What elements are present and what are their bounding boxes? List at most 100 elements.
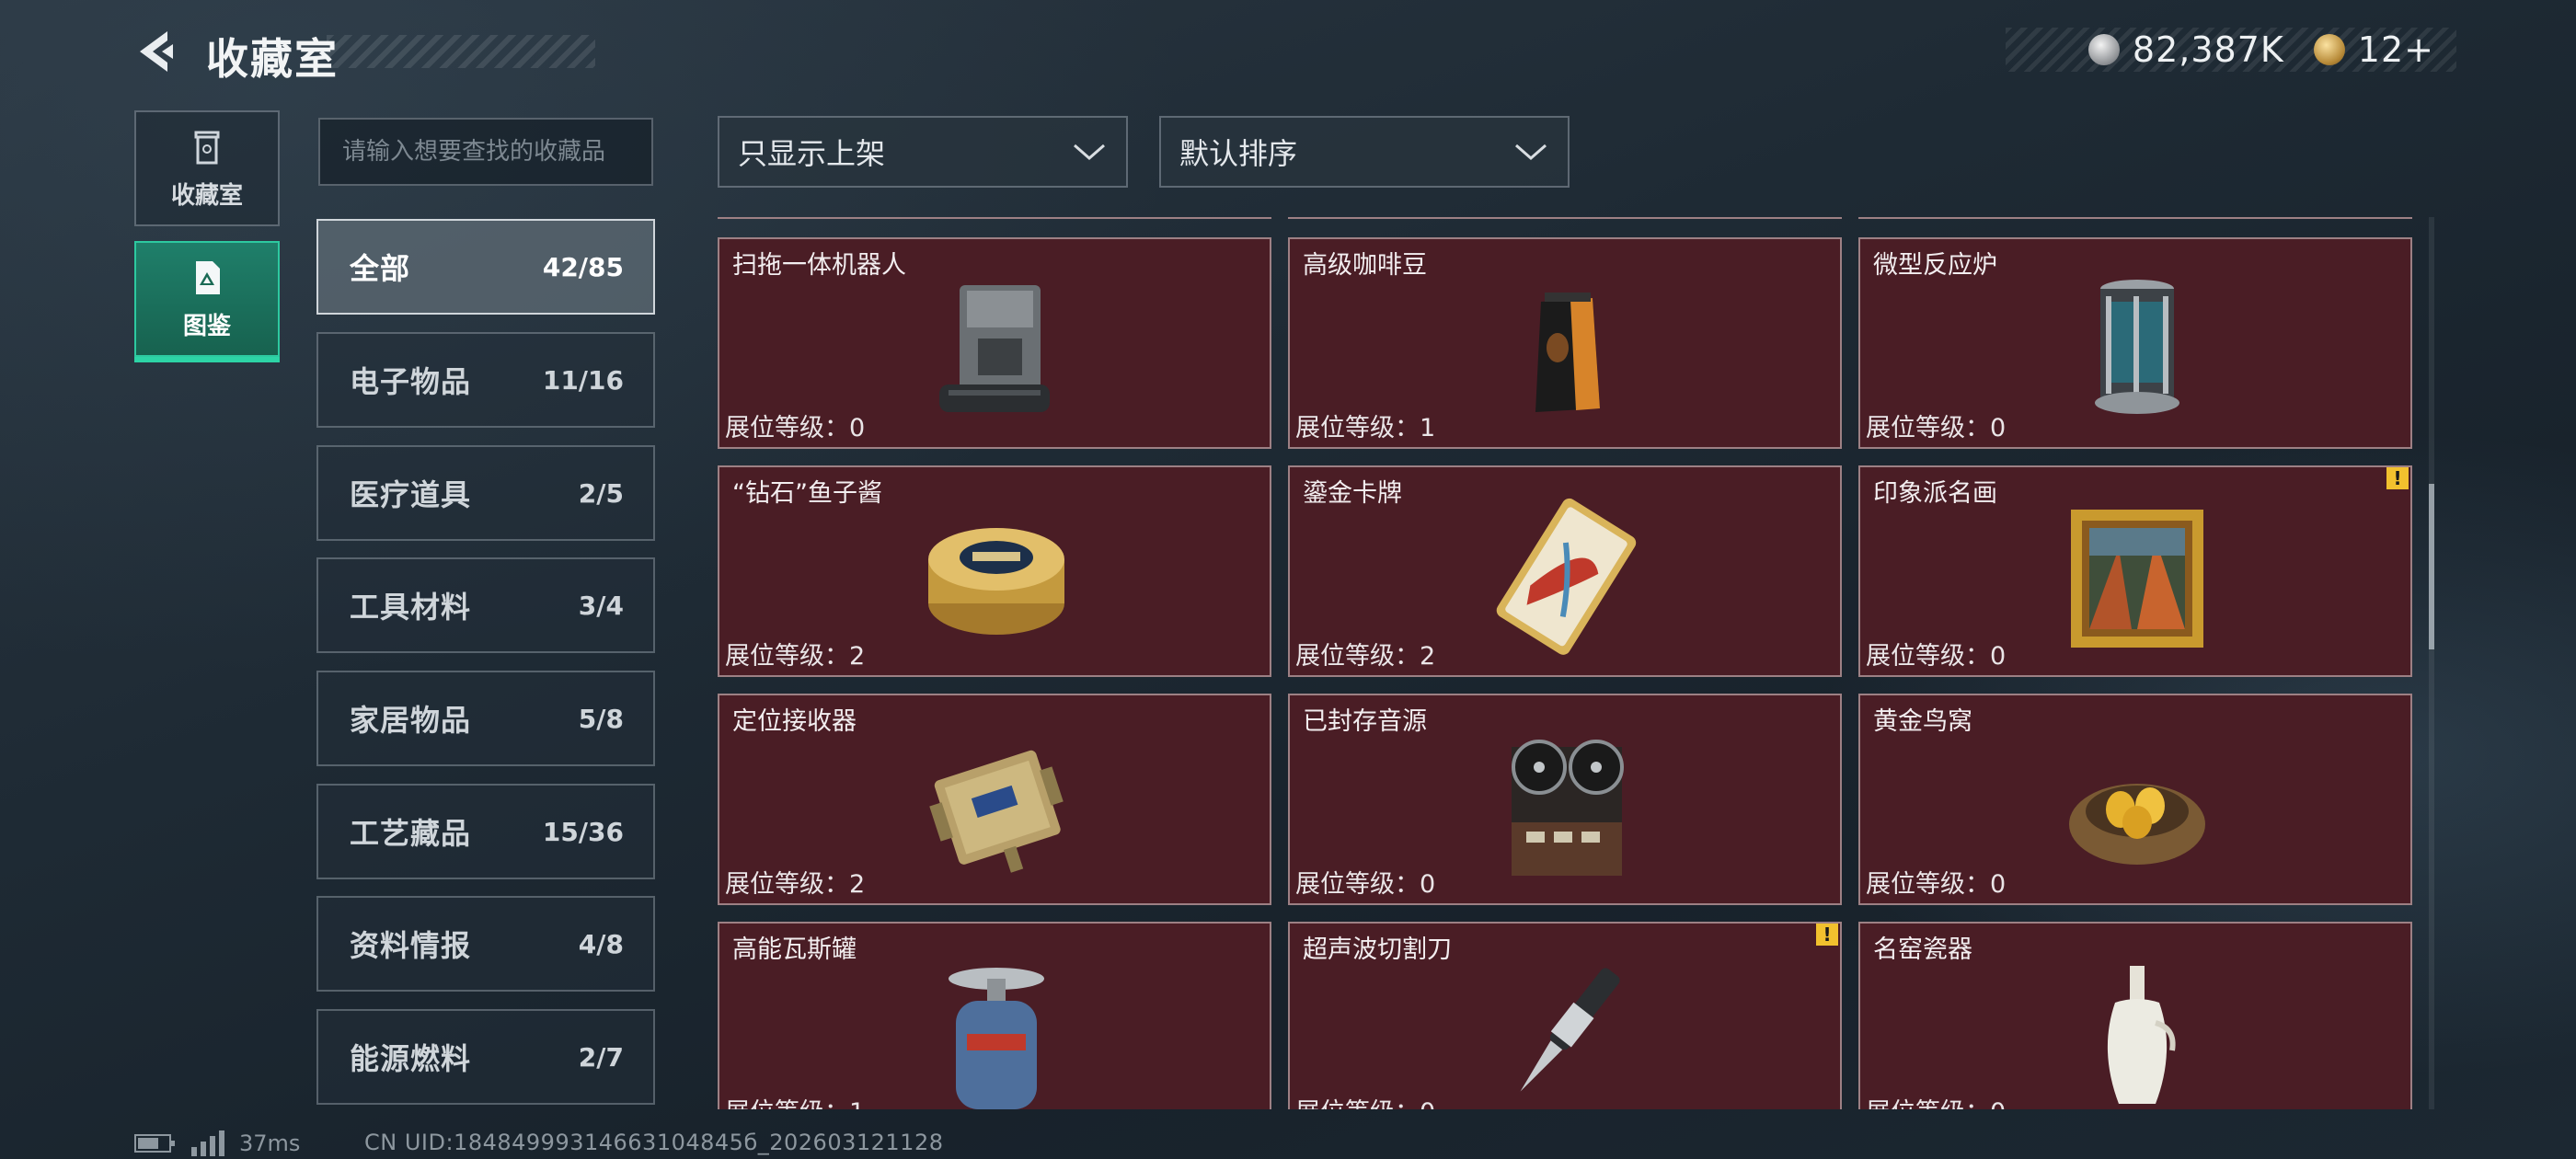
- porcelain-vase-icon: [2107, 966, 2176, 1104]
- category-count: 11/16: [542, 364, 624, 396]
- item-card-partial[interactable]: [718, 217, 1271, 219]
- gold-coin-icon: [2313, 34, 2345, 65]
- nav-tab-label: 收藏室: [170, 181, 243, 210]
- status-footer: 37ms: [134, 1130, 300, 1157]
- item-card[interactable]: 鎏金卡牌 展位等级：2: [1288, 465, 1842, 677]
- silver-currency-value: 82,387K: [2132, 29, 2284, 70]
- item-name: 已封存音源: [1303, 707, 1427, 736]
- category-count: 5/8: [578, 703, 624, 734]
- category-electronics[interactable]: 电子物品 11/16: [316, 332, 655, 428]
- item-level: 展位等级：0: [725, 414, 866, 442]
- grid-scrollbar[interactable]: [2429, 217, 2434, 1109]
- category-name: 工具材料: [350, 590, 472, 625]
- nav-tab-label: 图鉴: [182, 312, 231, 340]
- item-level: 展位等级：0: [1295, 1092, 1435, 1109]
- currency-bar: 82,387K 12+: [2006, 28, 2456, 72]
- reel-recorder-icon: [1512, 740, 1624, 876]
- item-level: 展位等级：0: [1866, 870, 2007, 899]
- user-uid: CN UID:18484999314663104845б_20260312112…: [364, 1130, 944, 1155]
- item-card[interactable]: 超声波切割刀 ! 展位等级：0: [1288, 922, 1842, 1109]
- category-count: 3/4: [578, 590, 624, 621]
- category-name: 医疗道具: [350, 477, 472, 512]
- item-card[interactable]: 高能瓦斯罐 展位等级：1: [718, 922, 1271, 1109]
- nav-tab-collection-room[interactable]: 收藏室: [134, 110, 280, 226]
- back-button[interactable]: [131, 26, 182, 77]
- category-name: 能源燃料: [350, 1041, 472, 1076]
- category-intel[interactable]: 资料情报 4/8: [316, 896, 655, 992]
- item-name: 鎏金卡牌: [1303, 479, 1402, 508]
- title-decoration: [327, 35, 595, 68]
- item-card[interactable]: “钻石”鱼子酱 展位等级：2: [718, 465, 1271, 677]
- category-name: 电子物品: [350, 364, 472, 399]
- item-card-partial[interactable]: [1288, 217, 1842, 219]
- item-card[interactable]: 印象派名画 ! 展位等级：0: [1858, 465, 2412, 677]
- item-name: 高级咖啡豆: [1303, 251, 1427, 280]
- gold-currency-value: 12+: [2357, 29, 2434, 70]
- display-filter-dropdown[interactable]: 只显示上架: [718, 116, 1128, 188]
- item-name: 黄金鸟窝: [1873, 707, 1972, 736]
- item-name: 印象派名画: [1873, 479, 1997, 508]
- item-name: 超声波切割刀: [1303, 935, 1452, 964]
- category-count: 2/7: [578, 1041, 624, 1073]
- item-name: 扫拖一体机器人: [732, 251, 906, 280]
- category-crafts[interactable]: 工艺藏品 15/36: [316, 784, 655, 879]
- item-level: 展位等级：1: [725, 1092, 865, 1109]
- item-grid[interactable]: 扫拖一体机器人 展位等级：0 高级咖啡豆 展位等级：1 微型反应炉 展位等级：0…: [718, 217, 2420, 1109]
- category-tools[interactable]: 工具材料 3/4: [316, 557, 655, 653]
- category-count: 2/5: [578, 477, 624, 509]
- item-level: 展位等级：2: [725, 870, 866, 899]
- signal-icon: [191, 1130, 224, 1156]
- gilded-card-icon: [1496, 498, 1637, 655]
- sort-label: 默认排序: [1179, 136, 1298, 171]
- item-card[interactable]: 黄金鸟窝 展位等级：0: [1858, 694, 2412, 905]
- item-level: 展位等级：2: [725, 642, 866, 671]
- back-arrow-icon: [140, 31, 173, 72]
- trash-bin-icon: [194, 131, 220, 164]
- search-box[interactable]: [318, 118, 653, 186]
- item-card[interactable]: 已封存音源 展位等级：0: [1288, 694, 1842, 905]
- battery-icon: [134, 1134, 175, 1153]
- item-level: 展位等级：0: [1866, 1092, 2006, 1109]
- item-level: 展位等级：0: [1866, 414, 2007, 442]
- item-level: 展位等级：0: [1295, 870, 1436, 899]
- warning-badge-icon: !: [2386, 467, 2409, 489]
- display-filter-label: 只显示上架: [738, 136, 886, 171]
- scroll-thumb[interactable]: [2429, 484, 2434, 649]
- category-name: 全部: [350, 251, 411, 286]
- robot-vacuum-icon: [939, 285, 1050, 412]
- category-name: 工艺藏品: [350, 816, 472, 851]
- nav-tab-catalog[interactable]: 图鉴: [134, 241, 280, 362]
- sort-dropdown[interactable]: 默认排序: [1159, 116, 1570, 188]
- framed-painting-icon: [2071, 510, 2203, 648]
- category-count: 42/85: [542, 251, 624, 282]
- category-medical[interactable]: 医疗道具 2/5: [316, 445, 655, 541]
- catalog-book-icon: [196, 260, 220, 294]
- warning-badge-icon: !: [1816, 924, 1838, 946]
- chevron-down-icon: [1074, 143, 1105, 160]
- ping-value: 37ms: [239, 1130, 301, 1156]
- category-all[interactable]: 全部 42/85: [316, 219, 655, 315]
- item-card[interactable]: 名窑瓷器 展位等级：0: [1858, 922, 2412, 1109]
- item-card[interactable]: 定位接收器 展位等级：2: [718, 694, 1271, 905]
- gas-canister-icon: [949, 968, 1044, 1109]
- category-count: 4/8: [578, 928, 624, 959]
- page-title: 收藏室: [206, 34, 339, 84]
- search-input[interactable]: [320, 120, 651, 184]
- chevron-down-icon: [1515, 143, 1547, 160]
- locator-receiver-icon: [929, 750, 1064, 873]
- item-card[interactable]: 扫拖一体机器人 展位等级：0: [718, 237, 1271, 449]
- reactor-icon: [2095, 280, 2179, 414]
- category-name: 资料情报: [350, 928, 472, 963]
- silver-coin-icon: [2087, 34, 2120, 65]
- category-home[interactable]: 家居物品 5/8: [316, 671, 655, 766]
- category-fuel[interactable]: 能源燃料 2/7: [316, 1009, 655, 1105]
- item-card-partial[interactable]: [1858, 217, 2412, 219]
- golden-nest-icon: [2069, 784, 2205, 865]
- item-name: 高能瓦斯罐: [732, 935, 857, 964]
- category-name: 家居物品: [350, 703, 472, 738]
- item-card[interactable]: 高级咖啡豆 展位等级：1: [1288, 237, 1842, 449]
- item-card[interactable]: 微型反应炉 展位等级：0: [1858, 237, 2412, 449]
- ultrasonic-cutter-icon: [1520, 968, 1620, 1092]
- item-name: 定位接收器: [732, 707, 857, 736]
- item-name: 名窑瓷器: [1873, 935, 1972, 964]
